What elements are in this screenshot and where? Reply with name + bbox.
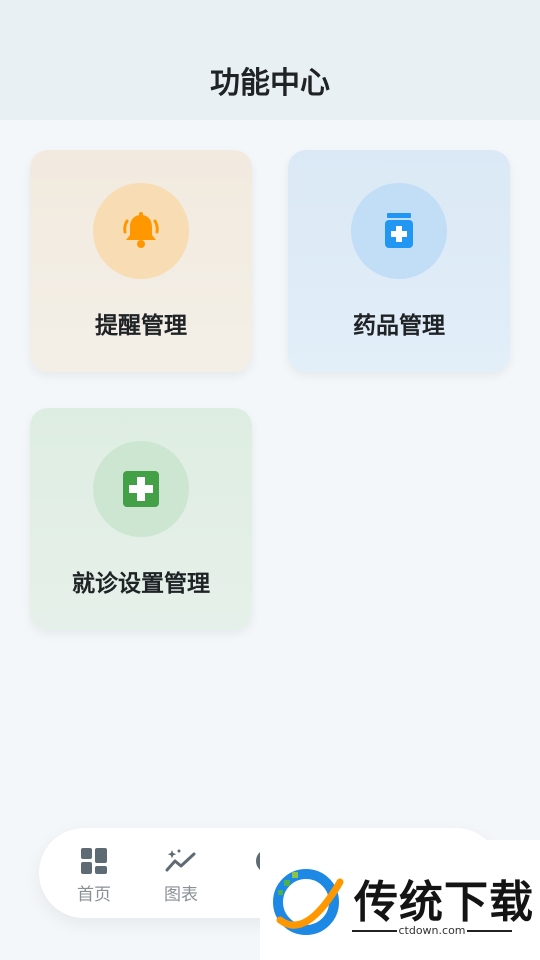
medical-cross-icon [123, 471, 159, 507]
card-label: 提醒管理 [95, 313, 187, 339]
medicine-management-card[interactable]: 药品管理 [288, 150, 510, 372]
tab-home[interactable]: 首页 [59, 844, 129, 905]
dashboard-icon [81, 848, 107, 874]
watermark-site: ctdown.com [398, 924, 466, 937]
page-title: 功能中心 [210, 66, 330, 101]
tab-label: 图表 [164, 885, 198, 905]
header: 功能中心 [0, 0, 540, 120]
watermark-brand: 传统下载 [354, 877, 534, 928]
watermark-logo [273, 869, 344, 935]
visit-icon-circle [93, 441, 189, 537]
reminder-management-card[interactable]: 提醒管理 [30, 150, 252, 372]
tab-label: 首页 [77, 885, 111, 905]
bell-icon [123, 212, 159, 248]
reminder-icon-circle [93, 183, 189, 279]
medicine-icon-circle [351, 183, 447, 279]
card-label: 药品管理 [353, 313, 445, 339]
watermark: 传统下载 ctdown.com [260, 840, 540, 960]
chart-trend-icon [165, 849, 196, 872]
card-label: 就诊设置管理 [72, 571, 210, 597]
visit-settings-card[interactable]: 就诊设置管理 [30, 408, 252, 630]
tab-chart[interactable]: 图表 [146, 844, 216, 905]
medicine-bottle-icon [385, 213, 413, 248]
